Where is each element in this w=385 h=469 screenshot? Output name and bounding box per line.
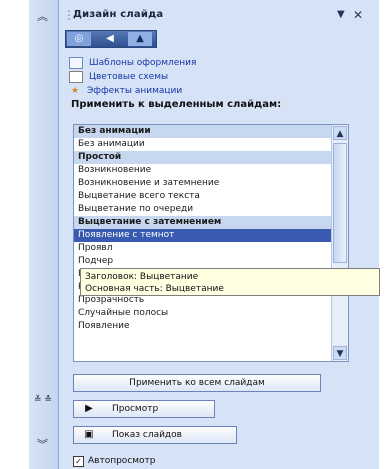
link-label[interactable]: Шаблоны оформления xyxy=(89,58,196,68)
effect-category-header[interactable]: Без анимации xyxy=(74,125,332,138)
link-design-templates[interactable]: Шаблоны оформления xyxy=(69,56,329,70)
pane-menu-chevron-icon[interactable]: ▼ xyxy=(337,9,345,20)
apply-to-all-slides-button[interactable]: Применить ко всем слайдам xyxy=(73,374,321,392)
effect-list-item[interactable]: Выцветание по очереди xyxy=(74,203,332,216)
link-animation-effects[interactable]: ★ Эффекты анимации xyxy=(69,84,329,98)
tooltip-line-2: Основная часть: Выцветание xyxy=(85,284,224,294)
design-template-icon xyxy=(69,57,83,69)
list-items: Без анимации Без анимации Простой Возникнов… xyxy=(74,125,332,333)
effect-tooltip: Заголовок: Выцветание Основная часть: Вы… xyxy=(80,268,380,296)
effect-list-item[interactable]: Появление xyxy=(74,320,332,333)
effect-list-item[interactable]: Выцветание всего текста xyxy=(74,190,332,203)
color-scheme-icon xyxy=(69,71,83,83)
autopreview-option[interactable]: ✓ Автопросмотр xyxy=(73,455,156,467)
list-scrollbar[interactable]: ▲ ▼ xyxy=(331,125,348,361)
list-scroll-thumb[interactable] xyxy=(333,143,347,263)
animation-star-icon: ★ xyxy=(70,86,80,96)
pane-nav-bar: ◎ ◀ ▲ xyxy=(65,30,157,48)
slide-design-task-pane: ⋮ Дизайн слайда ▼ ✕ ◎ ◀ ▲ Шаблоны оформл… xyxy=(58,0,379,469)
pane-header: ⋮ Дизайн слайда ▼ ✕ xyxy=(59,6,379,26)
list-scroll-down-icon[interactable]: ▼ xyxy=(333,346,347,360)
autopreview-label: Автопросмотр xyxy=(88,456,156,466)
tooltip-line-1: Заголовок: Выцветание xyxy=(85,272,199,282)
scroll-down-icon[interactable]: ︾ xyxy=(37,436,48,452)
effect-category-header[interactable]: Выцветание с затемнением xyxy=(74,216,332,229)
section-label: Применить к выделенным слайдам: xyxy=(71,99,282,110)
animation-effects-list[interactable]: Без анимации Без анимации Простой Возникнов… xyxy=(73,124,349,362)
scroll-up-icon[interactable]: ︽ xyxy=(37,8,48,24)
effect-list-item[interactable]: Возникновение xyxy=(74,164,332,177)
preview-button[interactable]: ▶ Просмотр xyxy=(73,400,215,418)
pane-title: Дизайн слайда xyxy=(73,9,164,20)
home-icon[interactable]: ◎ xyxy=(67,32,91,46)
outer-scrollbar[interactable]: ︽ ≚ ≛ ︾ xyxy=(29,0,60,469)
effect-list-item[interactable]: Без анимации xyxy=(74,138,332,151)
link-color-schemes[interactable]: Цветовые схемы xyxy=(69,70,329,84)
play-icon: ▶ xyxy=(85,403,93,414)
effect-category-header[interactable]: Простой xyxy=(74,151,332,164)
forward-icon[interactable]: ▲ xyxy=(128,32,152,46)
slideshow-icon: ▣ xyxy=(84,429,94,440)
close-icon[interactable]: ✕ xyxy=(353,8,363,22)
link-label[interactable]: Цветовые схемы xyxy=(89,72,168,82)
effect-list-item[interactable]: Проявл xyxy=(74,242,332,255)
effect-list-item[interactable]: Появление с темнот xyxy=(74,229,332,242)
design-links: Шаблоны оформления Цветовые схемы ★ Эффе… xyxy=(69,56,329,98)
slideshow-label: Показ слайдов xyxy=(112,430,182,440)
preview-label: Просмотр xyxy=(112,404,159,414)
effect-list-item[interactable]: Подчер xyxy=(74,255,332,268)
link-label[interactable]: Эффекты анимации xyxy=(87,86,182,96)
list-scroll-up-icon[interactable]: ▲ xyxy=(333,126,347,140)
effect-list-item[interactable]: Возникновение и затемнение xyxy=(74,177,332,190)
split-handle-icon[interactable]: ≚ ≛ xyxy=(34,395,52,425)
effect-list-item[interactable]: Случайные полосы xyxy=(74,307,332,320)
back-icon[interactable]: ◀ xyxy=(98,32,122,46)
slideshow-button[interactable]: ▣ Показ слайдов xyxy=(73,426,237,444)
autopreview-checkbox[interactable]: ✓ xyxy=(73,455,84,467)
